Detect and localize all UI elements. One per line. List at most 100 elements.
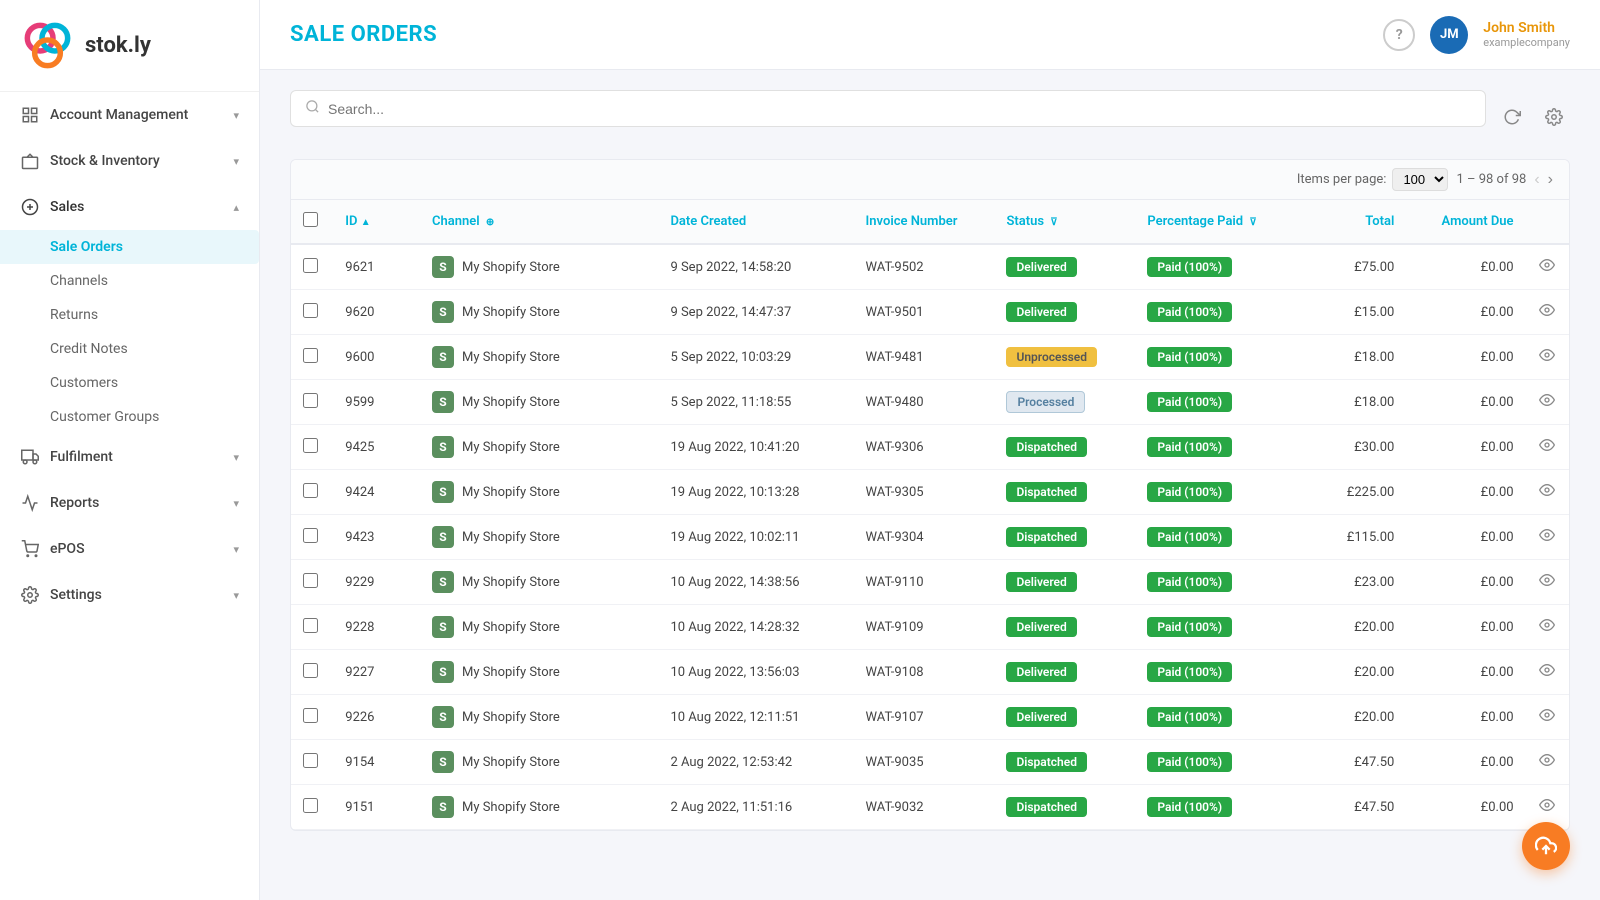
channel-name: My Shopify Store — [462, 305, 560, 320]
col-header-amount-due[interactable]: Amount Due — [1406, 200, 1525, 244]
status-badge: Dispatched — [1006, 437, 1087, 457]
view-row-button[interactable] — [1539, 707, 1555, 727]
col-header-channel[interactable]: Channel ⊕ — [420, 200, 658, 244]
row-id: 9154 — [333, 740, 420, 785]
user-name: John Smith — [1483, 20, 1570, 36]
row-checkbox[interactable] — [303, 663, 318, 678]
upload-fab[interactable] — [1522, 822, 1570, 870]
nav-channels[interactable]: Channels — [50, 264, 259, 298]
channel-name: My Shopify Store — [462, 260, 560, 275]
row-checkbox-cell[interactable] — [291, 785, 333, 830]
view-row-button[interactable] — [1539, 527, 1555, 547]
row-checkbox-cell[interactable] — [291, 695, 333, 740]
row-checkbox[interactable] — [303, 618, 318, 633]
row-id: 9600 — [333, 335, 420, 380]
shopify-channel-icon: S — [432, 301, 454, 323]
row-channel: S My Shopify Store — [420, 380, 658, 425]
row-checkbox[interactable] — [303, 348, 318, 363]
sales-submenu: Sale Orders Channels Returns Credit Note… — [0, 230, 259, 434]
col-header-date[interactable]: Date Created — [658, 200, 853, 244]
refresh-button[interactable] — [1496, 101, 1528, 133]
channel-name: My Shopify Store — [462, 665, 560, 680]
row-checkbox[interactable] — [303, 438, 318, 453]
nav-fulfilment[interactable]: Fulfilment ▾ — [0, 434, 259, 480]
channel-name: My Shopify Store — [462, 395, 560, 410]
view-row-button[interactable] — [1539, 482, 1555, 502]
nav-sale-orders[interactable]: Sale Orders — [0, 230, 259, 264]
row-checkbox-cell[interactable] — [291, 560, 333, 605]
row-checkbox[interactable] — [303, 573, 318, 588]
items-per-page-select[interactable]: 100 10 25 50 — [1392, 168, 1448, 191]
row-checkbox-cell[interactable] — [291, 290, 333, 335]
view-row-button[interactable] — [1539, 437, 1555, 457]
nav-customer-groups[interactable]: Customer Groups — [50, 400, 259, 434]
nav-customers[interactable]: Customers — [50, 366, 259, 400]
row-checkbox-cell[interactable] — [291, 605, 333, 650]
row-percentage-paid: Paid (100%) — [1135, 785, 1308, 830]
row-invoice: WAT-9109 — [854, 605, 995, 650]
col-header-total[interactable]: Total — [1309, 200, 1407, 244]
next-page-button[interactable]: › — [1548, 171, 1553, 189]
nav-stock-inventory[interactable]: Stock & Inventory ▾ — [0, 138, 259, 184]
settings-columns-button[interactable] — [1538, 101, 1570, 133]
row-checkbox[interactable] — [303, 258, 318, 273]
search-input[interactable] — [328, 101, 1471, 117]
nav-epos[interactable]: ePOS ▾ — [0, 526, 259, 572]
channel-name: My Shopify Store — [462, 620, 560, 635]
channel-name: My Shopify Store — [462, 710, 560, 725]
view-row-button[interactable] — [1539, 797, 1555, 817]
row-checkbox-cell[interactable] — [291, 425, 333, 470]
nav-sales[interactable]: Sales ▴ — [0, 184, 259, 230]
row-checkbox-cell[interactable] — [291, 470, 333, 515]
row-checkbox-cell[interactable] — [291, 335, 333, 380]
page-title: SALE ORDERS — [290, 22, 437, 47]
row-checkbox[interactable] — [303, 483, 318, 498]
paid-badge: Paid (100%) — [1147, 662, 1232, 682]
view-row-button[interactable] — [1539, 572, 1555, 592]
row-action — [1526, 335, 1569, 380]
view-row-button[interactable] — [1539, 752, 1555, 772]
channel-name: My Shopify Store — [462, 350, 560, 365]
nav-returns[interactable]: Returns — [50, 298, 259, 332]
nav-settings[interactable]: Settings ▾ — [0, 572, 259, 618]
row-checkbox-cell[interactable] — [291, 380, 333, 425]
row-total: £47.50 — [1309, 740, 1407, 785]
nav-reports[interactable]: Reports ▾ — [0, 480, 259, 526]
row-percentage-paid: Paid (100%) — [1135, 740, 1308, 785]
row-checkbox-cell[interactable] — [291, 740, 333, 785]
row-checkbox[interactable] — [303, 303, 318, 318]
select-all-checkbox[interactable] — [303, 212, 318, 227]
row-total: £30.00 — [1309, 425, 1407, 470]
col-header-status[interactable]: Status ⊽ — [994, 200, 1135, 244]
col-header-percentage[interactable]: Percentage Paid ⊽ — [1135, 200, 1308, 244]
view-row-button[interactable] — [1539, 257, 1555, 277]
channel-name: My Shopify Store — [462, 530, 560, 545]
row-checkbox-cell[interactable] — [291, 650, 333, 695]
paid-badge: Paid (100%) — [1147, 617, 1232, 637]
help-button[interactable]: ? — [1383, 19, 1415, 51]
row-invoice: WAT-9305 — [854, 470, 995, 515]
view-row-button[interactable] — [1539, 392, 1555, 412]
view-row-button[interactable] — [1539, 302, 1555, 322]
row-checkbox[interactable] — [303, 393, 318, 408]
shopify-channel-icon: S — [432, 616, 454, 638]
col-header-id[interactable]: ID ▲ — [333, 200, 420, 244]
nav-account-management[interactable]: Account Management ▾ — [0, 92, 259, 138]
col-header-invoice[interactable]: Invoice Number — [854, 200, 995, 244]
nav-settings-label: Settings — [50, 587, 102, 603]
row-checkbox[interactable] — [303, 528, 318, 543]
row-checkbox[interactable] — [303, 753, 318, 768]
view-row-button[interactable] — [1539, 662, 1555, 682]
row-checkbox[interactable] — [303, 798, 318, 813]
reports-chevron: ▾ — [233, 497, 239, 510]
view-row-button[interactable] — [1539, 347, 1555, 367]
view-row-button[interactable] — [1539, 617, 1555, 637]
row-checkbox[interactable] — [303, 708, 318, 723]
row-date: 5 Sep 2022, 10:03:29 — [658, 335, 853, 380]
shopify-channel-icon: S — [432, 391, 454, 413]
nav-credit-notes[interactable]: Credit Notes — [50, 332, 259, 366]
table-row: 9229 S My Shopify Store 10 Aug 2022, 14:… — [291, 560, 1569, 605]
row-checkbox-cell[interactable] — [291, 244, 333, 290]
row-checkbox-cell[interactable] — [291, 515, 333, 560]
prev-page-button[interactable]: ‹ — [1534, 171, 1539, 189]
